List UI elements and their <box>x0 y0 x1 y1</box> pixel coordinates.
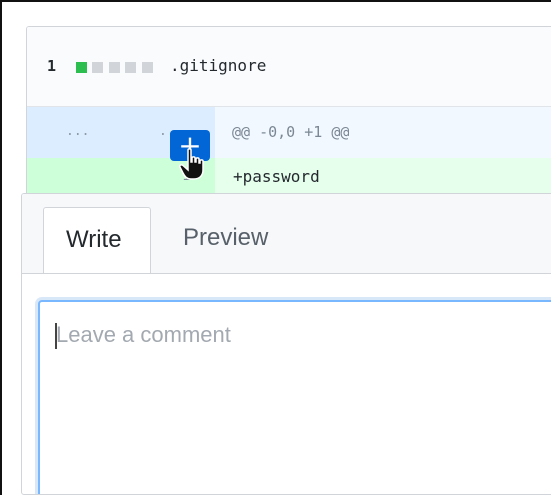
diffstat-neutral-block <box>125 62 137 73</box>
hunk-header-row: ... ... @@ -0,0 +1 @@ <box>27 107 551 158</box>
comment-placeholder: Leave a comment <box>56 322 231 347</box>
change-count: 1 <box>47 57 57 75</box>
diffstat-bar <box>76 60 154 73</box>
file-header: 1 .gitignore <box>27 27 551 107</box>
diffstat-neutral-block <box>108 62 120 73</box>
added-line-row: 1 +password <box>27 158 551 197</box>
hunk-header: @@ -0,0 +1 @@ <box>232 123 350 141</box>
window-frame: 1 .gitignore ... ... @@ -0,0 +1 @@ 1 +pa… <box>0 0 551 495</box>
code-line: +password <box>233 167 320 186</box>
expand-old-lines[interactable]: ... <box>66 124 89 139</box>
diffstat-added-block <box>76 62 87 73</box>
comment-tab-bar: Write Preview <box>22 194 551 274</box>
diffstat-neutral-block <box>141 62 153 73</box>
comment-form: Write Preview Leave a comment <box>21 193 551 495</box>
file-name-link[interactable]: .gitignore <box>170 56 266 75</box>
comment-textarea[interactable]: Leave a comment <box>38 300 551 494</box>
tab-write[interactable]: Write <box>43 207 151 273</box>
tab-write-label: Write <box>66 226 122 253</box>
diffstat-neutral-block <box>92 62 104 73</box>
tab-preview[interactable]: Preview <box>183 224 268 252</box>
hand-cursor-icon <box>179 148 204 180</box>
